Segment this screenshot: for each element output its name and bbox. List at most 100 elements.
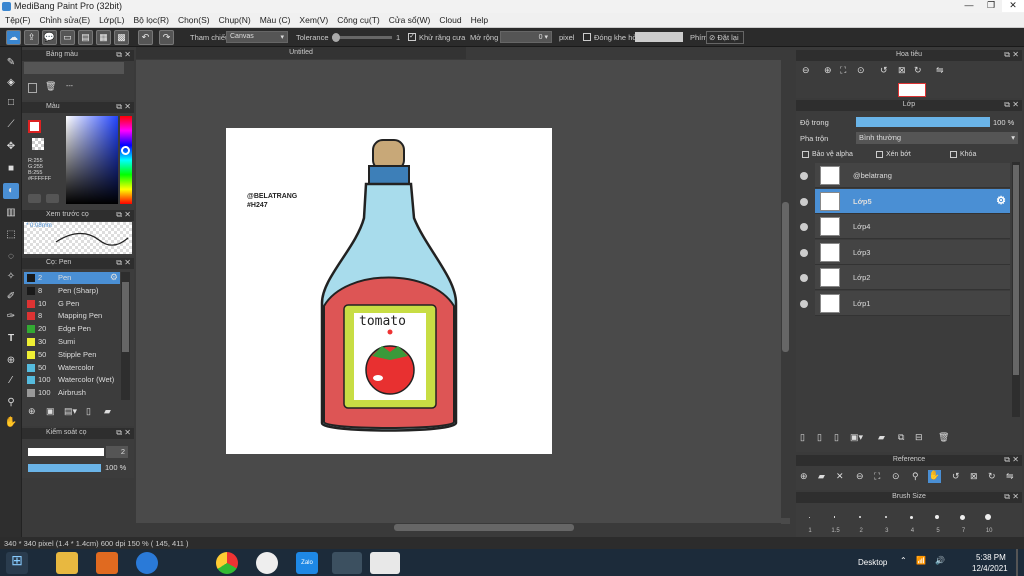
hand-tool-icon[interactable]: ✋ <box>3 415 19 431</box>
popout-icon[interactable]: ⧉ <box>1004 50 1010 60</box>
dotted-brush-icon[interactable]: ⟋ <box>3 117 19 133</box>
grid-icon[interactable]: ▩ <box>114 30 129 45</box>
expand-input[interactable]: 0 ▾ <box>500 31 552 43</box>
undo-icon[interactable]: ↶ <box>138 30 153 45</box>
close-gap-checkbox[interactable] <box>583 33 591 41</box>
start-icon[interactable]: ⊞ <box>6 552 28 574</box>
merge-layer-icon[interactable]: ⊟ <box>915 432 923 443</box>
file-explorer-icon[interactable] <box>56 552 78 574</box>
ref-hand-icon[interactable]: ✋ <box>928 470 941 483</box>
zoom-out-nav-icon[interactable]: ⊖ <box>802 65 810 76</box>
canvas-vscroll[interactable] <box>781 60 790 518</box>
color-wheel-button[interactable] <box>28 194 41 203</box>
new-layer-icon[interactable]: ▯ <box>800 432 805 443</box>
hue-slider[interactable] <box>120 116 132 204</box>
eraser-tool-icon[interactable]: ◈ <box>3 75 19 91</box>
ref-close-icon[interactable]: ✕ <box>836 471 844 482</box>
menu-layer[interactable]: Lớp(L) <box>94 13 128 25</box>
color-eyedrop-button[interactable] <box>46 194 59 203</box>
brush-scroll-thumb[interactable] <box>122 282 129 352</box>
ref-fit-icon[interactable]: ⛶ <box>874 471 880 482</box>
menu-snap[interactable]: Chụp(N) <box>214 13 255 25</box>
popout-icon[interactable]: ⧉ <box>1004 100 1010 110</box>
internet-explorer-icon[interactable] <box>136 552 158 574</box>
duplicate-layer-icon[interactable]: ⧉ <box>898 432 904 443</box>
blend-select[interactable]: Bình thường ▾ <box>856 132 1018 144</box>
lasso-tool-icon[interactable]: ◌ <box>3 249 19 265</box>
brush-opacity-slider[interactable] <box>28 464 101 472</box>
ref-rotate-right-icon[interactable]: ↻ <box>988 471 996 482</box>
close-icon[interactable]: ✕ <box>1002 0 1024 12</box>
brush-item[interactable]: 8 Pen (Sharp) <box>24 285 120 297</box>
popout-icon[interactable]: ⧉ <box>116 428 122 438</box>
brush-item[interactable]: 20 Edge Pen <box>24 323 120 335</box>
export-icon[interactable]: ⇪ <box>24 30 39 45</box>
rotate-left-icon[interactable]: ↺ <box>880 65 888 76</box>
close-icon[interactable]: ✕ <box>124 210 131 219</box>
popout-icon[interactable]: ⧉ <box>1004 455 1010 465</box>
opacity-slider[interactable] <box>856 117 990 127</box>
reference-select[interactable]: Canvas ▾ <box>226 31 288 43</box>
comment-icon[interactable]: 💬 <box>42 30 57 45</box>
paint-icon[interactable] <box>256 552 278 574</box>
chat-icon[interactable]: ▭ <box>60 30 75 45</box>
popout-icon[interactable]: ⧉ <box>116 50 122 60</box>
delete-layer-icon[interactable]: 🗑 <box>938 432 949 443</box>
clock-date[interactable]: 12/4/2021 <box>972 564 1008 573</box>
ref-zoom-out-icon[interactable]: ⊖ <box>856 471 864 482</box>
close-icon[interactable]: ✕ <box>124 50 131 59</box>
bucket-tool-icon[interactable]: ◐ <box>3 183 19 199</box>
menu-cloud[interactable]: Cloud <box>434 13 465 25</box>
reset-view-icon[interactable]: ⊠ <box>898 65 906 76</box>
brush-item[interactable]: 100 Watercolor (Wet) <box>24 374 120 386</box>
saturation-value-picker[interactable] <box>66 116 118 204</box>
chevron-up-icon[interactable]: ⌃ <box>900 556 907 565</box>
layer-row[interactable]: Lớp4 <box>815 214 1010 240</box>
brush-size-slider[interactable] <box>28 448 104 456</box>
select-tool-icon[interactable]: ⬚ <box>3 227 19 243</box>
popout-icon[interactable]: ⧉ <box>116 210 122 220</box>
rotate-right-icon[interactable]: ↻ <box>914 65 922 76</box>
ref-eyedrop-icon[interactable]: ⚲ <box>912 471 919 482</box>
menu-help[interactable]: Help <box>466 13 492 25</box>
fill-rect-icon[interactable]: ■ <box>3 161 19 177</box>
tolerance-slider-handle[interactable] <box>332 33 340 42</box>
brush-size-input[interactable]: 2 <box>106 446 128 458</box>
new-layer-1bit-icon[interactable]: ▯ <box>834 432 839 443</box>
layers-scroll-thumb[interactable] <box>1013 165 1019 375</box>
chrome-active-icon[interactable] <box>332 552 362 574</box>
layers-scrollbar[interactable] <box>1012 162 1020 417</box>
ref-add-icon[interactable]: ⊕ <box>800 471 808 482</box>
brush-size-dot[interactable] <box>909 515 913 519</box>
popout-icon[interactable]: ⧉ <box>116 258 122 268</box>
select-eraser-icon[interactable]: ✑ <box>3 309 19 325</box>
close-icon[interactable]: ✕ <box>1012 100 1019 109</box>
hue-handle[interactable] <box>121 146 130 155</box>
menu-select[interactable]: Chọn(S) <box>173 13 214 25</box>
canvas-hscroll[interactable] <box>136 523 781 532</box>
brush-file-icon[interactable]: ▯ <box>86 406 91 417</box>
eyedropper-icon[interactable]: ⚲ <box>3 395 19 411</box>
brush-dropdown-icon[interactable]: ▤▾ <box>64 406 77 417</box>
layer-row[interactable]: @belatrang <box>815 163 1010 188</box>
canvas-hscroll-thumb[interactable] <box>394 524 574 531</box>
protect-alpha-checkbox[interactable] <box>802 151 809 158</box>
ref-zoom-icon[interactable]: ⊙ <box>892 471 900 482</box>
rectangle-tool-icon[interactable]: □ <box>3 95 19 111</box>
new-layer-8bit-icon[interactable]: ▯ <box>817 432 822 443</box>
brush-options-icon[interactable]: ▣ <box>46 406 55 417</box>
operation-tool-icon[interactable]: ⊕ <box>3 353 19 369</box>
document-tab[interactable]: Untitled <box>136 47 466 59</box>
layer-row[interactable]: Lớp1 <box>815 291 1010 316</box>
close-icon[interactable]: ✕ <box>1012 50 1019 59</box>
ref-rotate-left-icon[interactable]: ↺ <box>952 471 960 482</box>
reset-button[interactable]: ⊘ Đặt lại <box>706 31 744 44</box>
ref-reset-icon[interactable]: ⊠ <box>970 471 978 482</box>
volume-icon[interactable]: 🔊 <box>935 556 945 565</box>
desktop-label[interactable]: Desktop <box>858 558 887 567</box>
zoom-in-nav-icon[interactable]: ⊕ <box>824 65 832 76</box>
close-gap-slider[interactable] <box>635 32 683 42</box>
menu-filter[interactable]: Bộ lọc(R) <box>129 13 173 25</box>
menu-view[interactable]: Xem(V) <box>294 13 332 25</box>
brush-folder-icon[interactable]: ▰ <box>104 406 111 417</box>
